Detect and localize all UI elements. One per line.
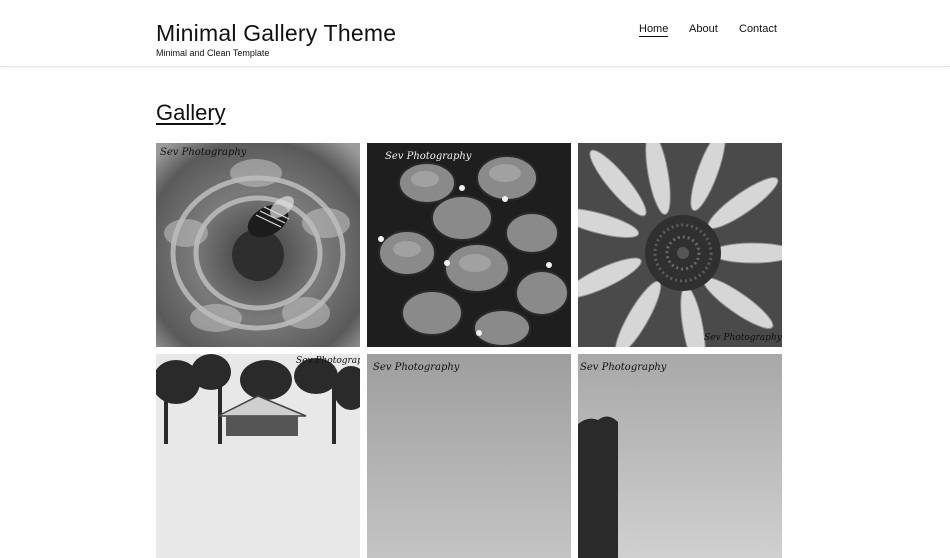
gallery-heading[interactable]: Gallery <box>156 100 226 126</box>
gallery-item-pavilion[interactable]: Sev Photography <box>156 354 360 558</box>
gallery-item-sunflower[interactable]: Sev Photography <box>578 143 782 347</box>
grey-sky-treeline-photo <box>578 354 782 558</box>
sunflower-photo <box>578 143 782 347</box>
watermark: Sev Photography <box>580 362 667 373</box>
watermark: Sev Photography <box>704 333 782 343</box>
grey-sky-photo <box>367 354 571 558</box>
gallery-item-bee-flower[interactable]: Sev Photography <box>156 143 360 347</box>
main-nav: Home About Contact <box>0 23 950 43</box>
watermark: Sev Photography <box>385 151 472 162</box>
nav-about[interactable]: About <box>689 23 718 35</box>
bee-flower-photo <box>156 143 360 347</box>
site-header: Minimal Gallery Theme Minimal and Clean … <box>0 0 950 67</box>
gallery-item-hydrangea[interactable]: Sev Photography <box>367 143 571 347</box>
watermark: Sev Photography <box>160 147 247 158</box>
nav-home[interactable]: Home <box>639 23 669 37</box>
gallery-item-grey-sky[interactable]: Sev Photography <box>367 354 571 558</box>
nav-contact[interactable]: Contact <box>739 23 777 35</box>
pavilion-photo <box>156 354 360 558</box>
site-tagline: Minimal and Clean Template <box>156 48 270 58</box>
watermark: Sev Photography <box>296 356 360 366</box>
gallery-item-grey-sky-treeline[interactable]: Sev Photography <box>578 354 782 558</box>
watermark: Sev Photography <box>373 362 460 373</box>
hydrangea-photo <box>367 143 571 347</box>
